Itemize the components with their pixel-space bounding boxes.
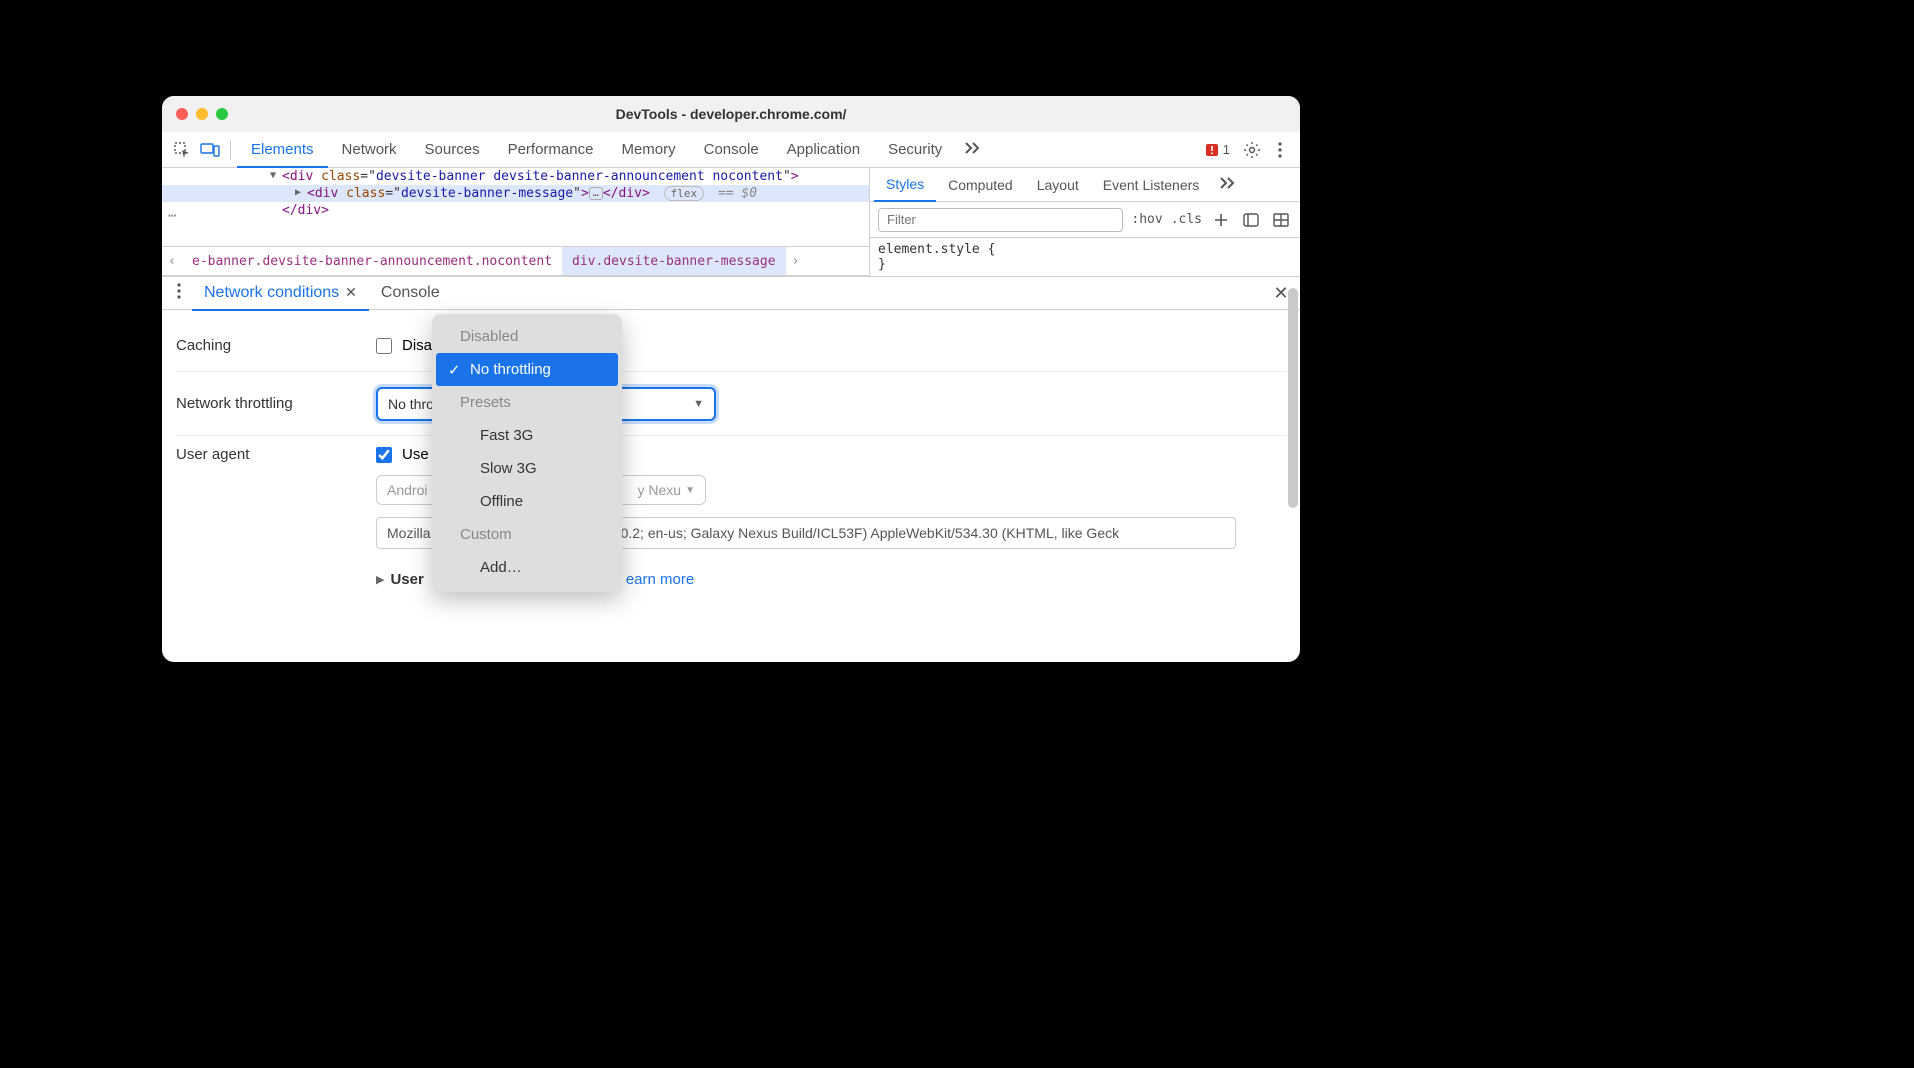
scrollbar-thumb[interactable]: [1288, 288, 1298, 508]
dropdown-item-slow-3g[interactable]: Slow 3G: [432, 452, 622, 485]
hints-label: User: [390, 571, 423, 588]
ua-preset-value-right: y Nexu: [638, 482, 682, 498]
breadcrumb-item[interactable]: e-banner.devsite-banner-announcement.noc…: [182, 247, 562, 275]
dropdown-header-presets: Presets: [432, 386, 622, 419]
drawer-tab-label: Network conditions: [204, 284, 339, 302]
eq-dollar0: == $0: [718, 186, 757, 201]
close-window-button[interactable]: [176, 108, 188, 120]
caching-row: Caching Disa: [176, 320, 1286, 372]
dom-node-selected[interactable]: ▶ <div class="devsite-banner-message">…<…: [162, 185, 869, 202]
chevron-down-icon: ▼: [693, 398, 704, 410]
separator: [230, 140, 231, 160]
styles-body: element.style { }: [870, 238, 1300, 276]
learn-more-link[interactable]: earn more: [626, 571, 694, 588]
throttling-dropdown: Disabled No throttling Presets Fast 3G S…: [432, 314, 622, 592]
caret-down-icon[interactable]: ▼: [270, 170, 276, 181]
drawer-tab-label: Console: [381, 284, 440, 302]
user-agent-row: User agent Use Androi y Nexu ▼ Mozilla 0: [176, 436, 1286, 606]
tab-sources[interactable]: Sources: [411, 132, 494, 168]
minimize-window-button[interactable]: [196, 108, 208, 120]
drawer-more-icon[interactable]: [166, 283, 192, 304]
zoom-window-button[interactable]: [216, 108, 228, 120]
drawer-tab-console[interactable]: Console: [369, 276, 452, 310]
close-tag: </div>: [603, 186, 650, 201]
disable-cache-checkbox[interactable]: [376, 338, 392, 354]
hov-toggle[interactable]: :hov: [1131, 212, 1162, 227]
styles-toolbar: :hov .cls: [870, 202, 1300, 238]
ua-preset-value: Androi: [387, 482, 427, 498]
styles-tabs-overflow-icon[interactable]: [1211, 176, 1245, 193]
caret-right-icon[interactable]: ▶: [295, 187, 301, 198]
tab-console[interactable]: Console: [690, 132, 773, 168]
device-toolbar-icon[interactable]: [196, 136, 224, 164]
caching-label: Caching: [176, 337, 376, 354]
error-icon: [1205, 143, 1219, 157]
styles-tab-layout[interactable]: Layout: [1025, 168, 1091, 202]
styles-tabs: Styles Computed Layout Event Listeners: [870, 168, 1300, 202]
network-conditions-panel: Caching Disa Network throttling No thro …: [162, 310, 1300, 626]
tab-performance[interactable]: Performance: [494, 132, 608, 168]
breadcrumb-left-icon[interactable]: ‹: [162, 254, 182, 269]
ua-default-label: Use: [402, 446, 429, 463]
tabs-overflow-icon[interactable]: [956, 141, 990, 159]
new-style-rule-icon[interactable]: [1210, 209, 1232, 231]
dropdown-item-offline[interactable]: Offline: [432, 485, 622, 518]
layout-icon[interactable]: [1270, 209, 1292, 231]
breadcrumb-right-icon[interactable]: ›: [786, 254, 806, 269]
drawer-tab-network-conditions[interactable]: Network conditions ✕: [192, 277, 369, 311]
dom-tree[interactable]: ⋯ ▼ <div class="devsite-banner devsite-b…: [162, 168, 870, 276]
chevron-down-icon: ▼: [685, 485, 695, 496]
style-rule-close: }: [878, 257, 1292, 272]
ua-default-checkbox[interactable]: [376, 447, 392, 463]
user-agent-label: User agent: [176, 446, 376, 463]
attr-value: devsite-banner devsite-banner-announceme…: [376, 169, 783, 184]
ua-string-right: 0.2; en-us; Galaxy Nexus Build/ICL53F) A…: [621, 525, 1120, 541]
style-rule[interactable]: element.style {: [878, 242, 1292, 257]
tab-elements[interactable]: Elements: [237, 132, 328, 168]
dropdown-item-no-throttling[interactable]: No throttling: [436, 353, 618, 386]
throttling-label: Network throttling: [176, 395, 376, 412]
traffic-lights: [176, 108, 228, 120]
styles-filter-input[interactable]: [878, 208, 1123, 232]
breadcrumb: ‹ e-banner.devsite-banner-announcement.n…: [162, 246, 869, 276]
main-tabbar: Elements Network Sources Performance Mem…: [162, 132, 1300, 168]
breadcrumb-item-selected[interactable]: div.devsite-banner-message: [562, 247, 786, 275]
caret-right-icon: ▶: [376, 573, 384, 586]
close-icon[interactable]: ✕: [345, 284, 357, 301]
tab-network[interactable]: Network: [328, 132, 411, 168]
styles-tab-computed[interactable]: Computed: [936, 168, 1025, 202]
dropdown-header-custom: Custom: [432, 518, 622, 551]
attr-value: devsite-banner-message: [401, 186, 573, 201]
drawer-tabbar: Network conditions ✕ Console ✕: [162, 276, 1300, 310]
settings-icon[interactable]: [1238, 136, 1266, 164]
ellipsis-badge[interactable]: …: [589, 187, 603, 200]
computed-sidebar-icon[interactable]: [1240, 209, 1262, 231]
ua-string-left: Mozilla: [387, 525, 431, 541]
errors-badge[interactable]: 1: [1197, 139, 1238, 161]
styles-pane: Styles Computed Layout Event Listeners :…: [870, 168, 1300, 276]
throttling-select-value: No thro: [388, 396, 434, 412]
dom-node[interactable]: ▼ <div class="devsite-banner devsite-ban…: [162, 168, 869, 185]
dom-node[interactable]: </div>: [162, 202, 869, 219]
tab-security[interactable]: Security: [874, 132, 956, 168]
dropdown-item-add[interactable]: Add…: [432, 551, 622, 584]
tab-memory[interactable]: Memory: [607, 132, 689, 168]
styles-tab-eventlisteners[interactable]: Event Listeners: [1091, 168, 1212, 202]
flex-badge[interactable]: flex: [664, 186, 705, 201]
more-icon[interactable]: [1266, 136, 1294, 164]
disable-cache-label: Disa: [402, 337, 432, 354]
tab-application[interactable]: Application: [773, 132, 874, 168]
cls-toggle[interactable]: .cls: [1171, 212, 1202, 227]
devtools-window: DevTools - developer.chrome.com/ Element…: [162, 96, 1300, 662]
throttling-row: Network throttling No thro ▼: [176, 372, 1286, 436]
main-split: ⋯ ▼ <div class="devsite-banner devsite-b…: [162, 168, 1300, 276]
dropdown-item-fast-3g[interactable]: Fast 3G: [432, 419, 622, 452]
inspect-element-icon[interactable]: [168, 136, 196, 164]
dropdown-header-disabled: Disabled: [432, 320, 622, 353]
titlebar: DevTools - developer.chrome.com/: [162, 96, 1300, 132]
error-count: 1: [1223, 142, 1230, 157]
window-title: DevTools - developer.chrome.com/: [162, 106, 1300, 122]
styles-tab-styles[interactable]: Styles: [874, 168, 936, 202]
